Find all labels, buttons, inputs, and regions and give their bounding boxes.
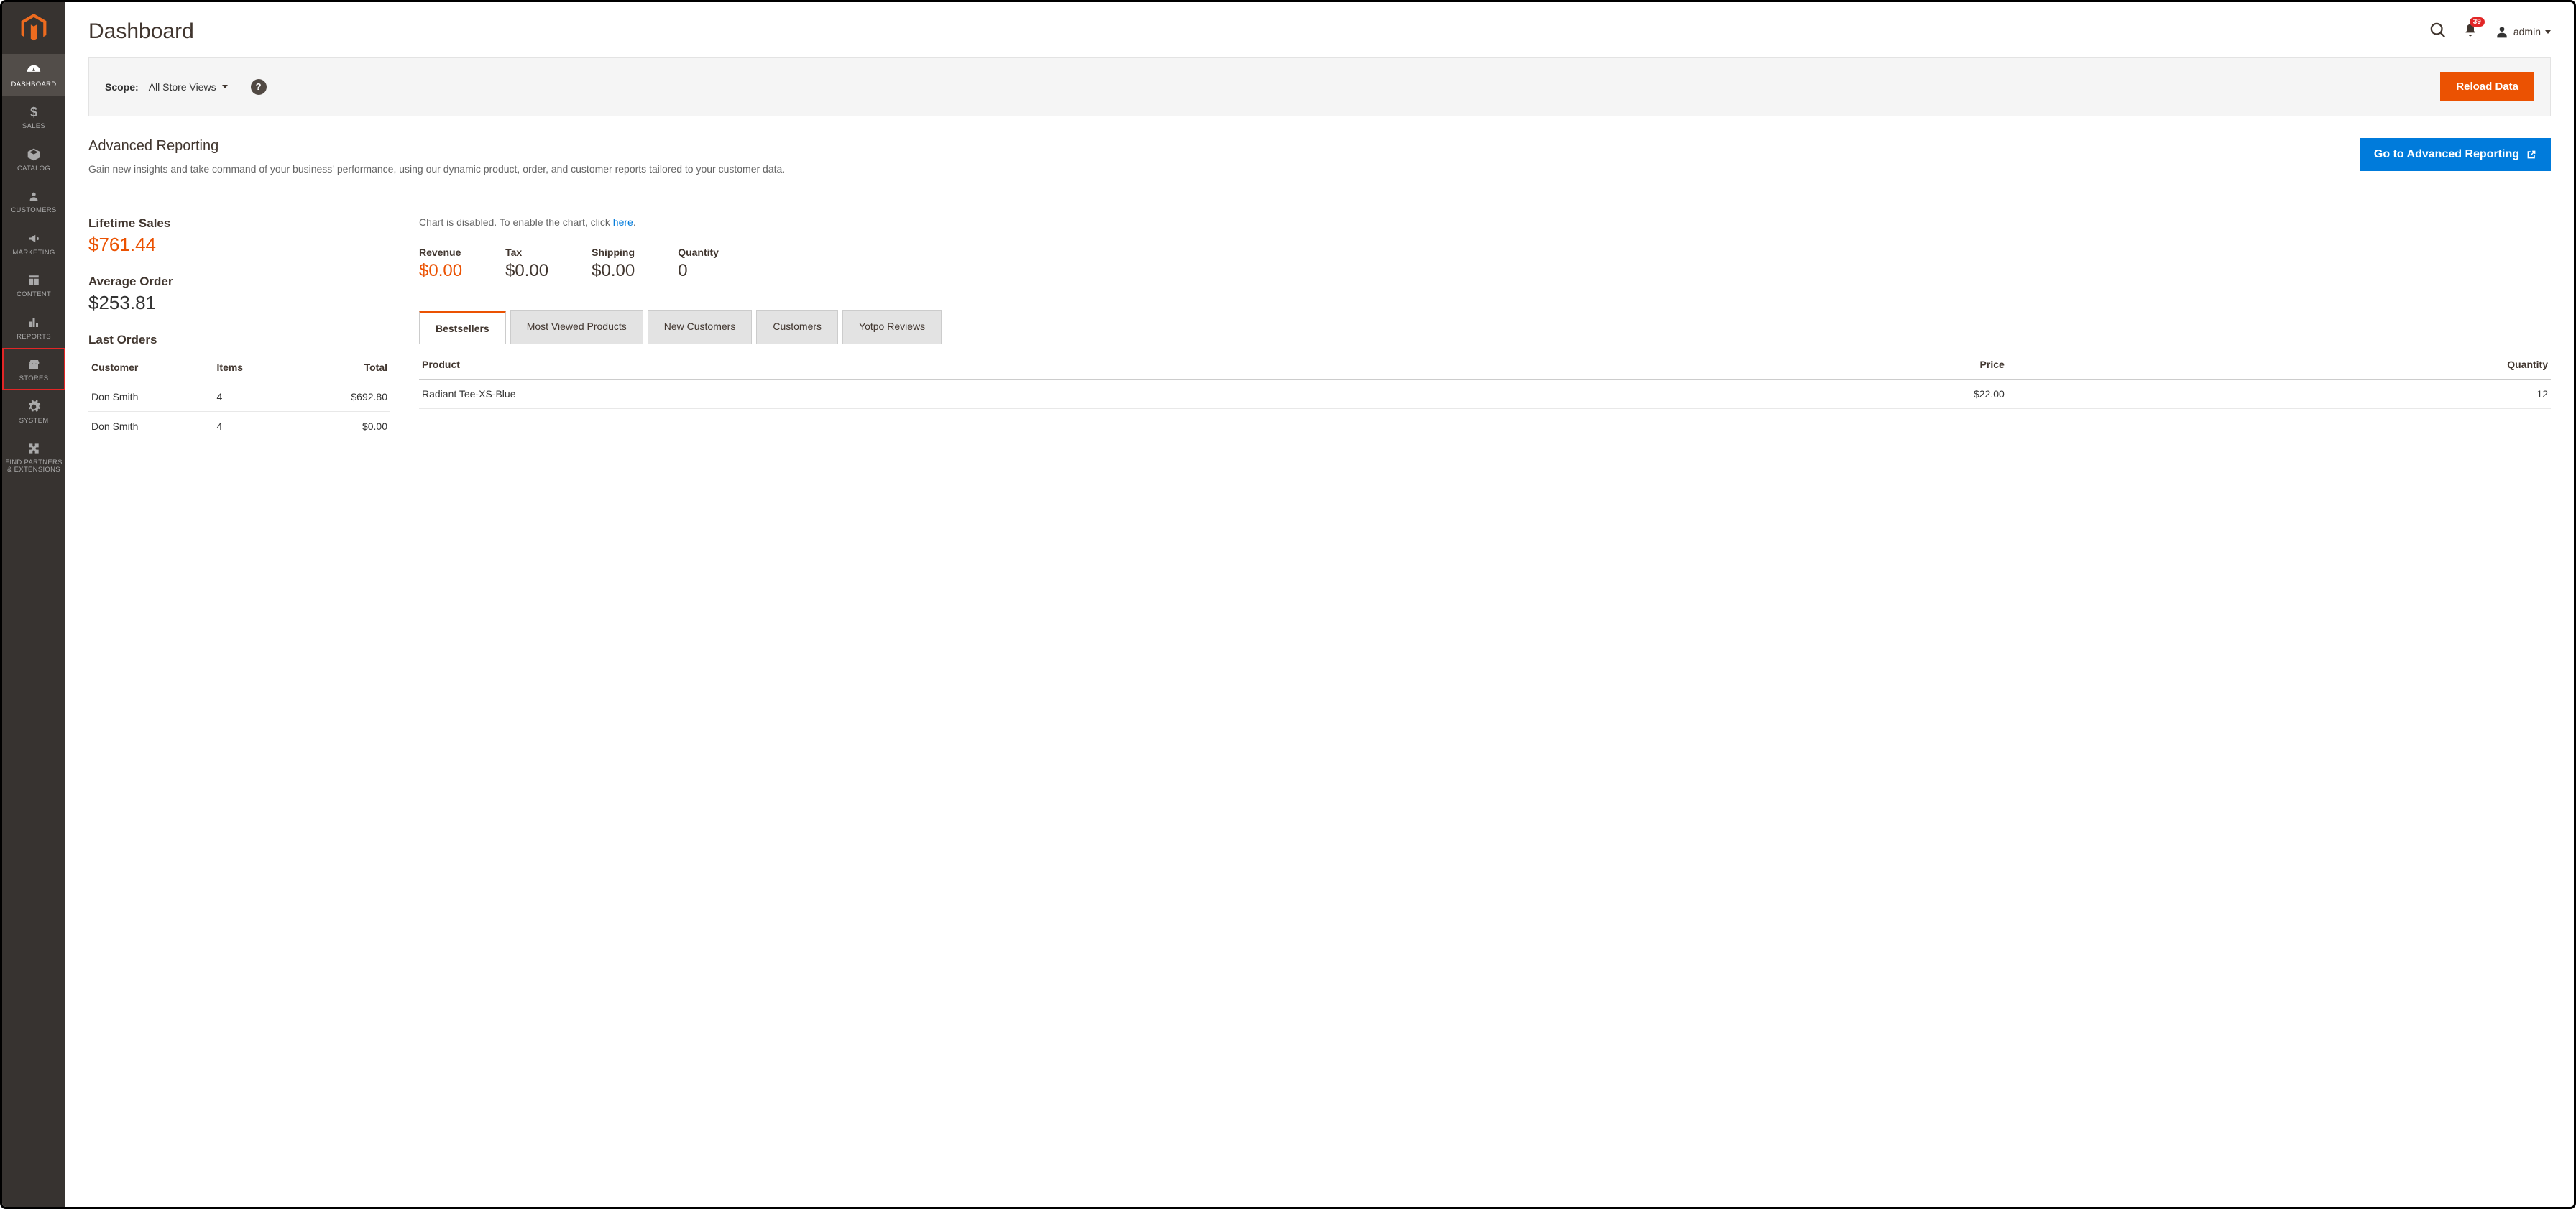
notification-badge: 39 <box>2470 17 2485 27</box>
user-icon <box>2495 24 2509 39</box>
nav-label: DASHBOARD <box>12 81 57 88</box>
nav-label: FIND PARTNERS & EXTENSIONS <box>5 459 63 474</box>
enable-chart-link[interactable]: here <box>613 216 633 228</box>
nav-label: MARKETING <box>12 249 55 257</box>
tab-bestsellers[interactable]: Bestsellers <box>419 311 506 344</box>
shipping-label: Shipping <box>592 247 635 258</box>
storefront-icon <box>26 357 42 372</box>
tax-value: $0.00 <box>505 261 548 281</box>
gear-icon <box>26 399 42 415</box>
nav-reports[interactable]: REPORTS <box>2 306 65 348</box>
cell-customer: Don Smith <box>88 412 214 441</box>
nav-label: CUSTOMERS <box>11 207 56 214</box>
average-order-value: $253.81 <box>88 292 390 314</box>
gauge-icon <box>26 63 42 78</box>
nav-system[interactable]: SYSTEM <box>2 390 65 432</box>
tab-most-viewed[interactable]: Most Viewed Products <box>510 310 643 344</box>
table-row[interactable]: Don Smith 4 $692.80 <box>88 382 390 412</box>
bar-chart-icon <box>26 315 42 331</box>
nav-find-partners[interactable]: FIND PARTNERS & EXTENSIONS <box>2 432 65 482</box>
scope-bar: Scope: All Store Views ? Reload Data <box>88 57 2551 116</box>
person-icon <box>26 188 42 204</box>
external-link-icon <box>2526 150 2536 160</box>
cell-total: $692.80 <box>290 382 390 412</box>
tabs: Bestsellers Most Viewed Products New Cus… <box>419 310 2551 344</box>
dollar-icon: $ <box>26 104 42 120</box>
col-price: Price <box>1581 350 2007 380</box>
magento-logo[interactable] <box>2 2 65 54</box>
quantity-label: Quantity <box>678 247 719 258</box>
svg-text:$: $ <box>30 105 37 119</box>
tab-customers[interactable]: Customers <box>756 310 838 344</box>
reload-data-button[interactable]: Reload Data <box>2440 72 2534 101</box>
nav-content[interactable]: CONTENT <box>2 264 65 305</box>
user-name: admin <box>2513 26 2541 37</box>
advanced-reporting-title: Advanced Reporting <box>88 138 785 155</box>
advanced-reporting-desc: Gain new insights and take command of yo… <box>88 162 785 177</box>
average-order-label: Average Order <box>88 275 390 289</box>
last-orders-table: Customer Items Total Don Smith 4 $692.80… <box>88 353 390 441</box>
help-icon[interactable]: ? <box>251 79 267 95</box>
last-orders-title: Last Orders <box>88 333 390 347</box>
cell-items: 4 <box>214 382 290 412</box>
goto-advanced-reporting-button[interactable]: Go to Advanced Reporting <box>2360 138 2551 171</box>
chevron-down-icon <box>2545 30 2551 34</box>
revenue-value: $0.00 <box>419 261 462 281</box>
notifications-button[interactable]: 39 <box>2463 22 2478 42</box>
lifetime-sales-value: $761.44 <box>88 234 390 256</box>
quantity-value: 0 <box>678 261 719 281</box>
tab-new-customers[interactable]: New Customers <box>648 310 753 344</box>
puzzle-icon <box>26 441 42 456</box>
table-row[interactable]: Don Smith 4 $0.00 <box>88 412 390 441</box>
cell-customer: Don Smith <box>88 382 214 412</box>
cell-items: 4 <box>214 412 290 441</box>
user-menu[interactable]: admin <box>2495 24 2551 39</box>
col-customer: Customer <box>88 353 214 382</box>
col-items: Items <box>214 353 290 382</box>
layout-icon <box>26 272 42 288</box>
chart-disabled-msg: Chart is disabled. To enable the chart, … <box>419 216 2551 228</box>
cell-qty: 12 <box>2007 380 2551 409</box>
sidebar: DASHBOARD $ SALES CATALOG CUSTOMERS MARK… <box>2 2 65 1207</box>
search-button[interactable] <box>2430 22 2446 42</box>
megaphone-icon <box>26 231 42 247</box>
nav-label: CATALOG <box>17 165 50 173</box>
nav-dashboard[interactable]: DASHBOARD <box>2 54 65 96</box>
cell-total: $0.00 <box>290 412 390 441</box>
nav-stores[interactable]: STORES <box>2 348 65 390</box>
tab-yotpo-reviews[interactable]: Yotpo Reviews <box>842 310 942 344</box>
nav-catalog[interactable]: CATALOG <box>2 138 65 180</box>
bestsellers-table: Product Price Quantity Radiant Tee-XS-Bl… <box>419 350 2551 409</box>
table-row[interactable]: Radiant Tee-XS-Blue $22.00 12 <box>419 380 2551 409</box>
cell-price: $22.00 <box>1581 380 2007 409</box>
col-qty: Quantity <box>2007 350 2551 380</box>
tax-label: Tax <box>505 247 548 258</box>
nav-marketing[interactable]: MARKETING <box>2 222 65 264</box>
search-icon <box>2430 22 2446 38</box>
scope-label: Scope: <box>105 81 139 93</box>
scope-selected-value: All Store Views <box>149 81 216 93</box>
page-title: Dashboard <box>88 19 194 44</box>
nav-customers[interactable]: CUSTOMERS <box>2 180 65 221</box>
nav-label: REPORTS <box>17 334 51 341</box>
lifetime-sales-label: Lifetime Sales <box>88 216 390 231</box>
nav-label: CONTENT <box>17 291 51 298</box>
col-total: Total <box>290 353 390 382</box>
main-content: Dashboard 39 admin Scope: <box>65 2 2574 1207</box>
revenue-label: Revenue <box>419 247 462 258</box>
col-product: Product <box>419 350 1581 380</box>
shipping-value: $0.00 <box>592 261 635 281</box>
scope-select[interactable]: All Store Views <box>149 81 228 93</box>
chevron-down-icon <box>222 85 228 88</box>
nav-sales[interactable]: $ SALES <box>2 96 65 137</box>
nav-label: SYSTEM <box>19 418 49 425</box>
button-label: Go to Advanced Reporting <box>2374 148 2519 161</box>
cell-product: Radiant Tee-XS-Blue <box>419 380 1581 409</box>
nav-label: STORES <box>19 375 49 382</box>
box-icon <box>26 147 42 162</box>
nav-label: SALES <box>22 123 45 130</box>
